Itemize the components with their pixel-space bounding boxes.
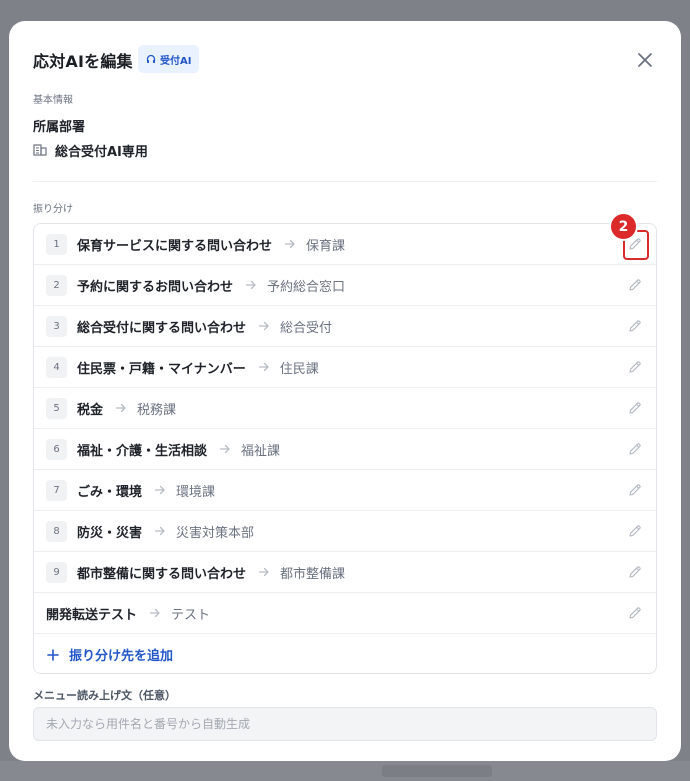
row-number: 4 bbox=[46, 356, 67, 378]
reception-ai-badge: 受付AI bbox=[138, 45, 200, 73]
routing-row: 3 総合受付に関する問い合わせ 総合受付 bbox=[34, 306, 656, 347]
arrow-right-icon bbox=[245, 280, 256, 290]
row-destination: 総合受付 bbox=[280, 320, 333, 336]
pencil-icon[interactable] bbox=[628, 360, 642, 374]
row-destination: 環境課 bbox=[176, 484, 216, 500]
plus-icon bbox=[47, 648, 59, 661]
arrow-right-icon bbox=[258, 321, 269, 331]
row-label: 税金 bbox=[77, 402, 104, 418]
row-number: 8 bbox=[46, 520, 67, 542]
arrow-right-icon bbox=[284, 239, 295, 249]
headset-icon bbox=[146, 54, 156, 63]
row-label: 開発転送テスト bbox=[46, 607, 138, 623]
row-number: 9 bbox=[46, 561, 67, 583]
row-number: 3 bbox=[46, 315, 67, 337]
add-routing-label: 振り分け先を追加 bbox=[69, 649, 174, 664]
row-label: 保育サービスに関する問い合わせ bbox=[77, 238, 273, 254]
arrow-right-icon bbox=[149, 608, 160, 618]
row-destination: 災害対策本部 bbox=[176, 525, 255, 541]
row-label: 総合受付に関する問い合わせ bbox=[77, 320, 247, 336]
routing-row: 4 住民票・戸籍・マイナンバー 住民課 bbox=[34, 347, 656, 388]
backdrop bbox=[0, 761, 690, 781]
pencil-icon[interactable] bbox=[628, 483, 642, 497]
pencil-icon[interactable] bbox=[628, 401, 642, 415]
pencil-icon[interactable] bbox=[628, 606, 642, 620]
row-destination: 税務課 bbox=[137, 402, 177, 418]
routing-row: 6 福祉・介護・生活相談 福祉課 bbox=[34, 429, 656, 470]
row-destination: テスト bbox=[171, 607, 211, 623]
row-label: 住民票・戸籍・マイナンバー bbox=[77, 361, 246, 377]
routing-list: 1 保育サービスに関する問い合わせ 保育課 2 予約に関するお問い合わせ 予約総合窓口 3 総… bbox=[33, 223, 657, 674]
routing-row: 1 保育サービスに関する問い合わせ 保育課 bbox=[34, 224, 656, 265]
row-label: 福祉・介護・生活相談 bbox=[77, 443, 208, 459]
row-number: 2 bbox=[46, 274, 67, 296]
building-icon bbox=[33, 144, 47, 156]
arrow-right-icon bbox=[258, 567, 269, 577]
close-icon[interactable] bbox=[635, 50, 655, 70]
routing-row: 8 防災・災害 災害対策本部 bbox=[34, 511, 656, 552]
badge-label: 受付AI bbox=[160, 55, 192, 67]
divider bbox=[33, 181, 657, 182]
row-number: 6 bbox=[46, 438, 67, 460]
routing-row: 開発転送テスト テスト bbox=[34, 593, 656, 634]
pencil-icon[interactable] bbox=[628, 524, 642, 538]
department-row: 総合受付AI専用 bbox=[33, 141, 148, 160]
arrow-right-icon bbox=[258, 362, 269, 372]
step-marker: 2 bbox=[609, 212, 638, 241]
pencil-icon[interactable] bbox=[628, 442, 642, 456]
pencil-icon[interactable] bbox=[628, 319, 642, 333]
row-number: 5 bbox=[46, 397, 67, 419]
row-label: ごみ・環境 bbox=[77, 484, 143, 500]
dialog-header: 応対AIを編集 受付AI bbox=[33, 45, 657, 75]
routing-label: 振り分け bbox=[33, 204, 73, 215]
routing-row: 9 都市整備に関する問い合わせ 都市整備課 bbox=[34, 552, 656, 593]
row-label: 防災・災害 bbox=[77, 525, 143, 541]
row-number: 1 bbox=[46, 233, 67, 255]
row-label: 都市整備に関する問い合わせ bbox=[77, 566, 247, 582]
routing-row: 7 ごみ・環境 環境課 bbox=[34, 470, 656, 511]
routing-row: 5 税金 税務課 bbox=[34, 388, 656, 429]
row-destination: 予約総合窓口 bbox=[267, 279, 346, 295]
routing-row: 2 予約に関するお問い合わせ 予約総合窓口 bbox=[34, 265, 656, 306]
arrow-right-icon bbox=[115, 403, 126, 413]
menu-text-input[interactable] bbox=[33, 707, 657, 741]
edit-ai-dialog: 応対AIを編集 受付AI 基本情報 所属部署 総合受付AI専用 振り分け 1 保育… bbox=[9, 21, 681, 761]
row-destination: 住民課 bbox=[279, 361, 319, 377]
row-label: 予約に関するお問い合わせ bbox=[77, 279, 234, 295]
row-number: 7 bbox=[46, 479, 67, 501]
row-destination: 保育課 bbox=[306, 238, 346, 254]
department-title: 所属部署 bbox=[33, 120, 86, 135]
arrow-right-icon bbox=[154, 485, 165, 495]
menu-text-label: メニュー読み上げ文（任意） bbox=[33, 689, 176, 702]
background-button bbox=[382, 765, 492, 777]
pencil-icon[interactable] bbox=[628, 278, 642, 292]
dialog-title: 応対AIを編集 bbox=[33, 52, 133, 71]
row-destination: 都市整備課 bbox=[280, 566, 346, 582]
arrow-right-icon bbox=[219, 444, 230, 454]
row-destination: 福祉課 bbox=[241, 443, 281, 459]
pencil-icon[interactable] bbox=[628, 565, 642, 579]
arrow-right-icon bbox=[154, 526, 165, 536]
basic-info-label: 基本情報 bbox=[33, 95, 73, 106]
add-routing-button[interactable]: 振り分け先を追加 bbox=[34, 634, 656, 673]
department-name: 総合受付AI専用 bbox=[55, 144, 148, 160]
